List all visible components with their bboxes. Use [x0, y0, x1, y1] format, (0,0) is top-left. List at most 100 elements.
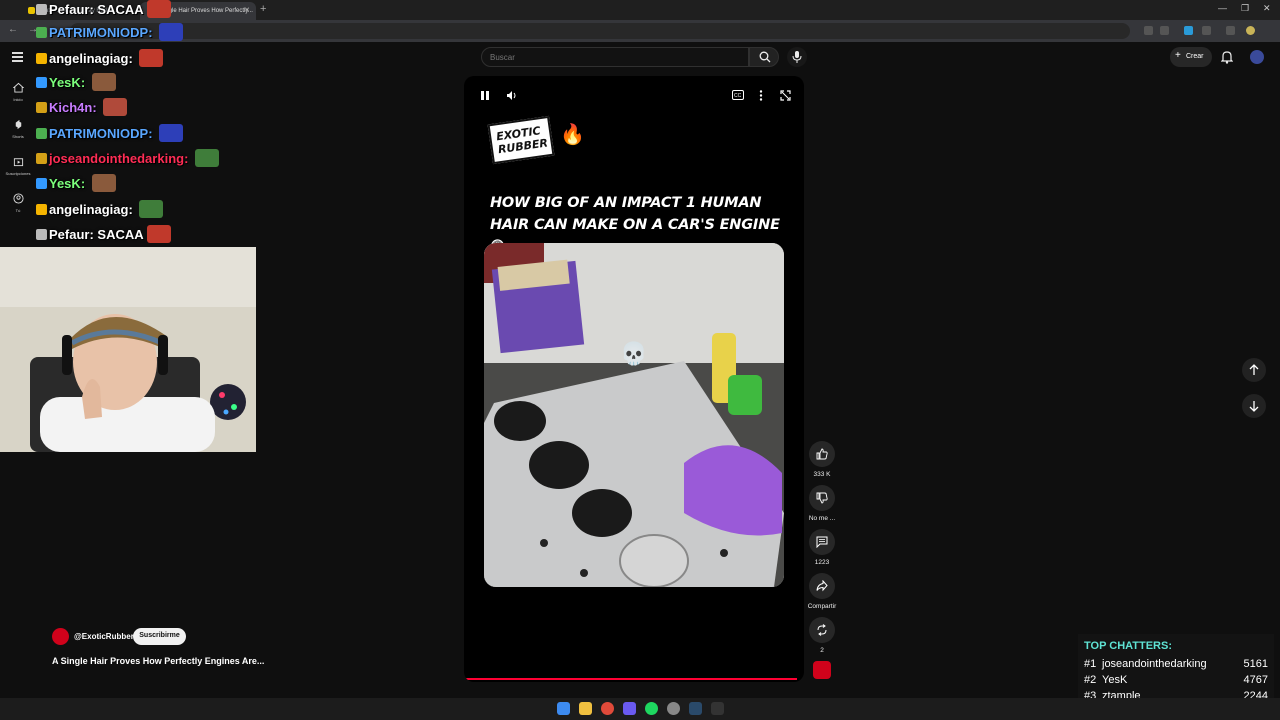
chrome-icon[interactable] [601, 702, 614, 715]
more-options-icon[interactable] [759, 90, 763, 101]
chat-message: Kich4n: [36, 98, 128, 116]
dislike-button[interactable]: No me ... [806, 485, 838, 522]
share-icon [816, 580, 828, 592]
extension-icon[interactable] [1184, 26, 1193, 35]
microphone-icon [792, 51, 802, 63]
shorts-player[interactable]: CC EXOTIC RUBBER 🔥 HOW BIG OF AN IMPACT … [464, 76, 804, 682]
spotify-icon[interactable] [645, 702, 658, 715]
profile-avatar-icon[interactable] [1246, 26, 1255, 35]
sidebar-item-subscriptions[interactable]: Suscripciones [4, 156, 32, 176]
voice-search-button[interactable] [787, 47, 807, 67]
app-icon[interactable] [667, 702, 680, 715]
chat-emote-icon [139, 200, 164, 218]
menu-hamburger-icon[interactable] [12, 52, 23, 64]
video-title[interactable]: A Single Hair Proves How Perfectly Engin… [52, 656, 264, 666]
video-progress-bar[interactable] [464, 678, 798, 680]
like-count: 333 K [813, 471, 831, 478]
chat-message: angelinagiag: [36, 49, 164, 67]
minimize-icon[interactable]: — [1218, 3, 1227, 13]
chat-emote-icon [159, 124, 184, 142]
you-icon [12, 193, 24, 204]
extensions-puzzle-icon[interactable] [1202, 26, 1211, 35]
sidebar-item-shorts[interactable]: Shorts [4, 119, 32, 139]
chat-text: SACAA [97, 227, 144, 242]
chat-emote-icon [195, 149, 220, 167]
chatter-count: 5161 [1243, 658, 1268, 670]
steam-icon[interactable] [689, 702, 702, 715]
chatter-rank: #2 [1084, 674, 1097, 686]
chat-badge-icon [36, 153, 47, 164]
engine-video-frame: 💀 [484, 243, 784, 587]
chat-message: PATRIMONIODP: [36, 23, 184, 41]
account-avatar[interactable] [1250, 50, 1264, 64]
notifications-bell-icon[interactable] [1221, 50, 1233, 64]
fullscreen-icon[interactable] [780, 90, 791, 101]
chat-badge-icon [36, 102, 47, 113]
chat-message: Pefaur: SACAA [36, 0, 171, 18]
captions-icon[interactable]: CC [732, 90, 744, 100]
extension-icon[interactable] [1144, 26, 1153, 35]
volume-icon[interactable] [506, 90, 518, 101]
chat-badge-icon [36, 27, 47, 38]
discord-icon[interactable] [623, 702, 636, 715]
top-chatters-title: TOP CHATTERS: [1084, 640, 1173, 652]
search-button[interactable] [749, 47, 779, 67]
shorts-icon [15, 119, 21, 130]
back-icon[interactable]: ← [8, 24, 18, 35]
chat-badge-icon [36, 53, 47, 64]
sidebar-item-you[interactable]: Tú [4, 193, 32, 213]
address-bar: ← → [0, 20, 1280, 42]
chat-badge-icon [36, 204, 47, 215]
search-placeholder: Buscar [490, 53, 515, 62]
close-tab-icon[interactable]: ✕ [244, 6, 250, 14]
channel-handle[interactable]: @ExoticRubber [74, 632, 134, 641]
chat-message: YesK: [36, 73, 116, 91]
channel-avatar[interactable] [52, 628, 69, 645]
close-window-icon[interactable]: ✕ [1263, 3, 1271, 14]
chat-text: SACAA [97, 2, 144, 17]
pause-icon[interactable] [480, 90, 490, 101]
sidebar-item-home[interactable]: Inicio [4, 82, 32, 102]
chat-emote-icon [91, 174, 116, 192]
youtube-header: Buscar + Crear [0, 42, 1280, 74]
home-icon [12, 82, 24, 93]
streamer-webcam [0, 247, 256, 452]
dislike-label: No me ... [808, 515, 836, 522]
url-input[interactable] [70, 23, 1130, 39]
like-button[interactable]: 333 K [806, 441, 838, 478]
chatter-rank: #1 [1084, 658, 1097, 670]
remix-button[interactable]: 2 [806, 617, 838, 654]
subscribe-button[interactable]: Suscribirme [133, 628, 186, 645]
create-label: Crear [1186, 53, 1204, 60]
arrow-down-icon [1249, 401, 1259, 412]
svg-text:CC: CC [734, 93, 742, 99]
sidebar-icon[interactable] [1226, 26, 1235, 35]
next-short-button[interactable] [1242, 394, 1266, 418]
chatter-name: joseandointhedarking [1102, 658, 1207, 670]
chat-emote-icon [159, 23, 184, 41]
comments-button[interactable]: 1223 [806, 529, 838, 566]
comment-count: 1223 [814, 559, 830, 566]
chat-username: Pefaur [49, 2, 90, 17]
share-label: Compartir [807, 603, 837, 610]
tab-label: Single Hair Proves How Perfectly... [160, 8, 253, 14]
chat-badge-icon [36, 178, 47, 189]
chat-username: YesK [49, 176, 81, 191]
chat-badge-icon [36, 4, 47, 15]
plus-icon: + [1175, 50, 1181, 61]
chat-emote-icon [103, 98, 128, 116]
create-button[interactable]: + Crear [1170, 47, 1212, 67]
bookmark-star-icon[interactable] [1160, 26, 1169, 35]
file-explorer-icon[interactable] [579, 702, 592, 715]
start-windows-icon[interactable] [557, 702, 570, 715]
sound-thumbnail[interactable] [813, 661, 831, 679]
search-input[interactable]: Buscar [481, 47, 749, 67]
obs-icon[interactable] [711, 702, 724, 715]
chat-message: YesK: [36, 174, 116, 192]
remix-icon [817, 624, 827, 636]
maximize-icon[interactable]: ❐ [1241, 3, 1249, 14]
share-button[interactable]: Compartir [806, 573, 838, 610]
thumbs-up-icon [816, 448, 828, 460]
previous-short-button[interactable] [1242, 358, 1266, 382]
new-tab-button[interactable]: + [260, 3, 266, 15]
